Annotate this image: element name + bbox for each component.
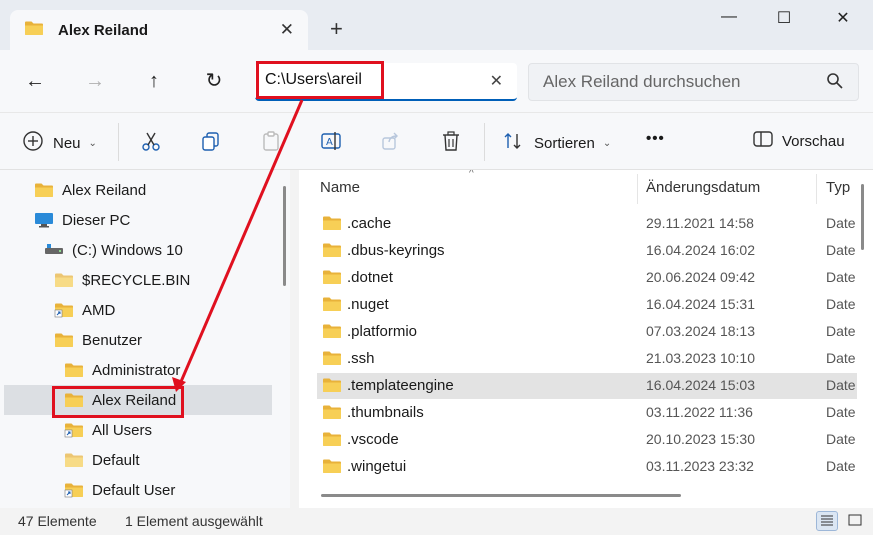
annotation-arrow [172, 99, 304, 392]
